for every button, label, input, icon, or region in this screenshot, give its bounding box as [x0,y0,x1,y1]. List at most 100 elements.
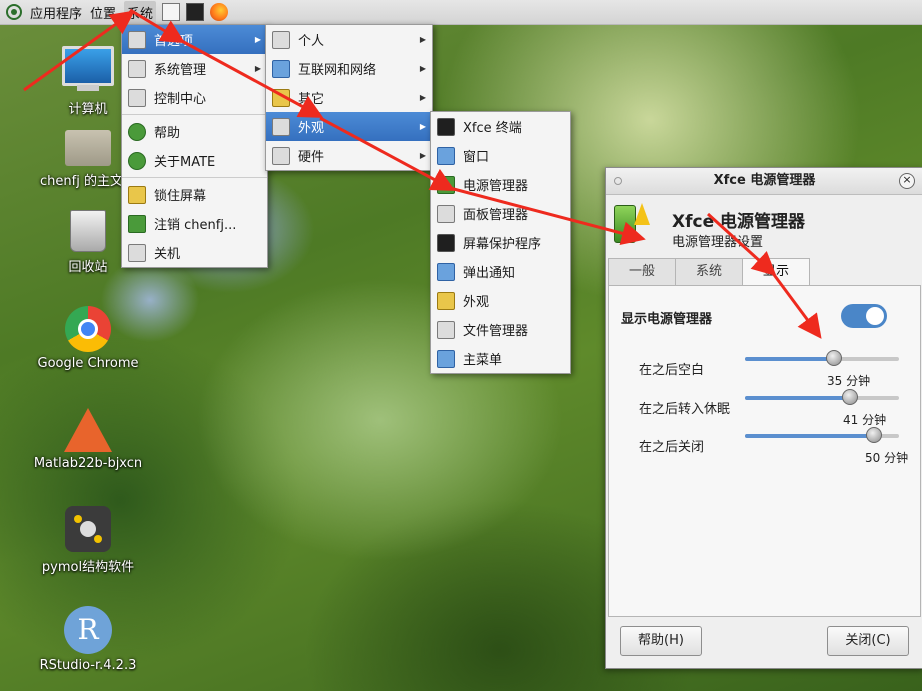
matlab-icon [64,408,112,452]
submenu-item-hardware[interactable]: 硬件 ▶ [266,141,432,170]
logout-icon [128,214,146,233]
menu-item-label: 互联网和网络 [298,63,377,78]
desktop-item-matlab[interactable]: Matlab22b-bjxcn [28,408,148,471]
menu-item-help[interactable]: 帮助 [122,117,267,146]
menu-places[interactable]: 位置 [90,3,116,22]
shutdown-icon [128,243,146,262]
submenu-item-notifications[interactable]: 弹出通知 [431,257,570,286]
menu-item-label: 控制中心 [154,92,207,107]
desktop-item-label: pymol结构软件 [41,560,135,575]
menu-item-label: 主菜单 [463,353,503,368]
battery-icon [437,175,455,194]
menu-item-about-mate[interactable]: 关于MATE [122,146,267,175]
help-icon [128,122,146,141]
submenu-item-internet-network[interactable]: 互联网和网络 ▶ [266,54,432,83]
submenu-arrow-icon: ▶ [254,35,261,44]
submenu-item-main-menu[interactable]: 主菜单 [431,344,570,373]
personal-icon [272,30,290,49]
submenu-item-panel-manager[interactable]: 面板管理器 [431,199,570,228]
menu-item-control-center[interactable]: 控制中心 [122,83,267,112]
submenu-item-appearance[interactable]: 外观 ▶ [266,112,432,141]
submenu-item-other[interactable]: 其它 ▶ [266,83,432,112]
menu-item-lock-screen[interactable]: 锁住屏幕 [122,180,267,209]
lock-screen-icon [128,185,146,204]
top-panel: 应用程序 位置 系统 [0,0,922,25]
slider-thumb[interactable] [826,350,843,366]
window-icon [437,146,455,165]
menu-item-label: 关于MATE [154,155,216,170]
menu-system[interactable]: 系统 [124,0,157,24]
submenu-item-power-manager[interactable]: 电源管理器 [431,170,570,199]
submenu-item-appearance[interactable]: 外观 [431,286,570,315]
tab-general[interactable]: 一般 [608,258,677,285]
menu-item-label: 系统管理 [154,63,207,78]
menu-separator [122,177,267,178]
slider-thumb[interactable] [866,427,883,443]
submenu-item-file-manager[interactable]: 文件管理器 [431,315,570,344]
tab-display[interactable]: 显示 [742,258,811,286]
menu-item-logout[interactable]: 注销 chenfj... [122,209,267,238]
menu-item-label: 注销 chenfj... [154,218,237,233]
off-slider[interactable] [745,427,899,443]
menu-applications[interactable]: 应用程序 [30,3,82,22]
desktop-item-rstudio[interactable]: R RStudio-r.4.2.3 [28,606,148,673]
slider-fill [745,434,875,438]
menu-item-label: 文件管理器 [463,324,529,339]
menu-item-label: 关机 [154,247,181,262]
menu-item-label: 弹出通知 [463,266,516,281]
terminal-icon [437,117,455,136]
close-icon[interactable]: × [899,173,915,189]
terminal-icon[interactable] [186,3,205,21]
file-manager-icon [437,320,455,339]
submenu-arrow-icon: ▶ [419,122,426,131]
menu-item-administration[interactable]: 系统管理 ▶ [122,54,267,83]
submenu-item-window[interactable]: 窗口 [431,141,570,170]
main-menu-icon [437,349,455,368]
firefox-icon[interactable] [210,3,229,21]
display-power-toggle[interactable] [841,304,887,328]
submenu-arrow-icon: ▶ [254,64,261,73]
submenu-arrow-icon: ▶ [419,93,426,102]
menu-item-shutdown[interactable]: 关机 [122,238,267,267]
system-menu: 首选项 ▶ 系统管理 ▶ 控制中心 帮助 关于MATE 锁住屏幕 注销 chen… [121,24,268,268]
sleep-slider[interactable] [745,389,899,405]
administration-icon [128,59,146,78]
close-button[interactable]: 关闭(C) [827,626,909,656]
submenu-item-screensaver[interactable]: 屏幕保护程序 [431,228,570,257]
submenu-arrow-icon: ▶ [419,35,426,44]
menu-item-label: 屏幕保护程序 [463,237,542,252]
text-editor-icon[interactable] [162,3,181,21]
preferences-submenu: 个人 ▶ 互联网和网络 ▶ 其它 ▶ 外观 ▶ 硬件 ▶ [265,24,433,171]
submenu-arrow-icon: ▶ [419,151,426,160]
desktop-item-label: RStudio-r.4.2.3 [39,658,137,673]
computer-icon [62,46,114,91]
network-icon [272,59,290,78]
control-center-icon [128,88,146,107]
menu-item-label: 窗口 [463,150,490,165]
desktop-item-pymol[interactable]: pymol结构软件 [28,506,148,575]
menu-item-label: 个人 [298,34,325,49]
mate-logo-icon[interactable] [6,4,22,20]
desktop-item-label: Matlab22b-bjxcn [33,456,143,471]
slider-thumb[interactable] [841,389,858,405]
help-button[interactable]: 帮助(H) [620,626,702,656]
other-icon [272,88,290,107]
menu-item-label: 锁住屏幕 [154,189,207,204]
menu-item-label: 其它 [298,92,325,107]
blank-slider[interactable] [745,350,899,366]
menu-item-label: 外观 [463,295,490,310]
slider-value-sleep: 41 分钟 [843,413,887,427]
dialog-titlebar: Xfce 电源管理器 × [606,168,922,195]
submenu-item-xfce-terminal[interactable]: Xfce 终端 [431,112,570,141]
tab-system[interactable]: 系统 [675,258,744,285]
slider-fill [745,357,835,361]
slider-fill [745,396,850,400]
appearance-icon [437,291,455,310]
menu-item-preferences[interactable]: 首选项 ▶ [122,25,267,54]
menu-item-label: 电源管理器 [463,179,529,194]
dialog-header: Xfce 电源管理器 电源管理器设置 [606,195,922,255]
desktop-item-chrome[interactable]: Google Chrome [28,306,148,371]
pymol-icon [65,506,111,552]
window-menu-icon[interactable] [614,177,622,185]
submenu-item-personal[interactable]: 个人 ▶ [266,25,432,54]
